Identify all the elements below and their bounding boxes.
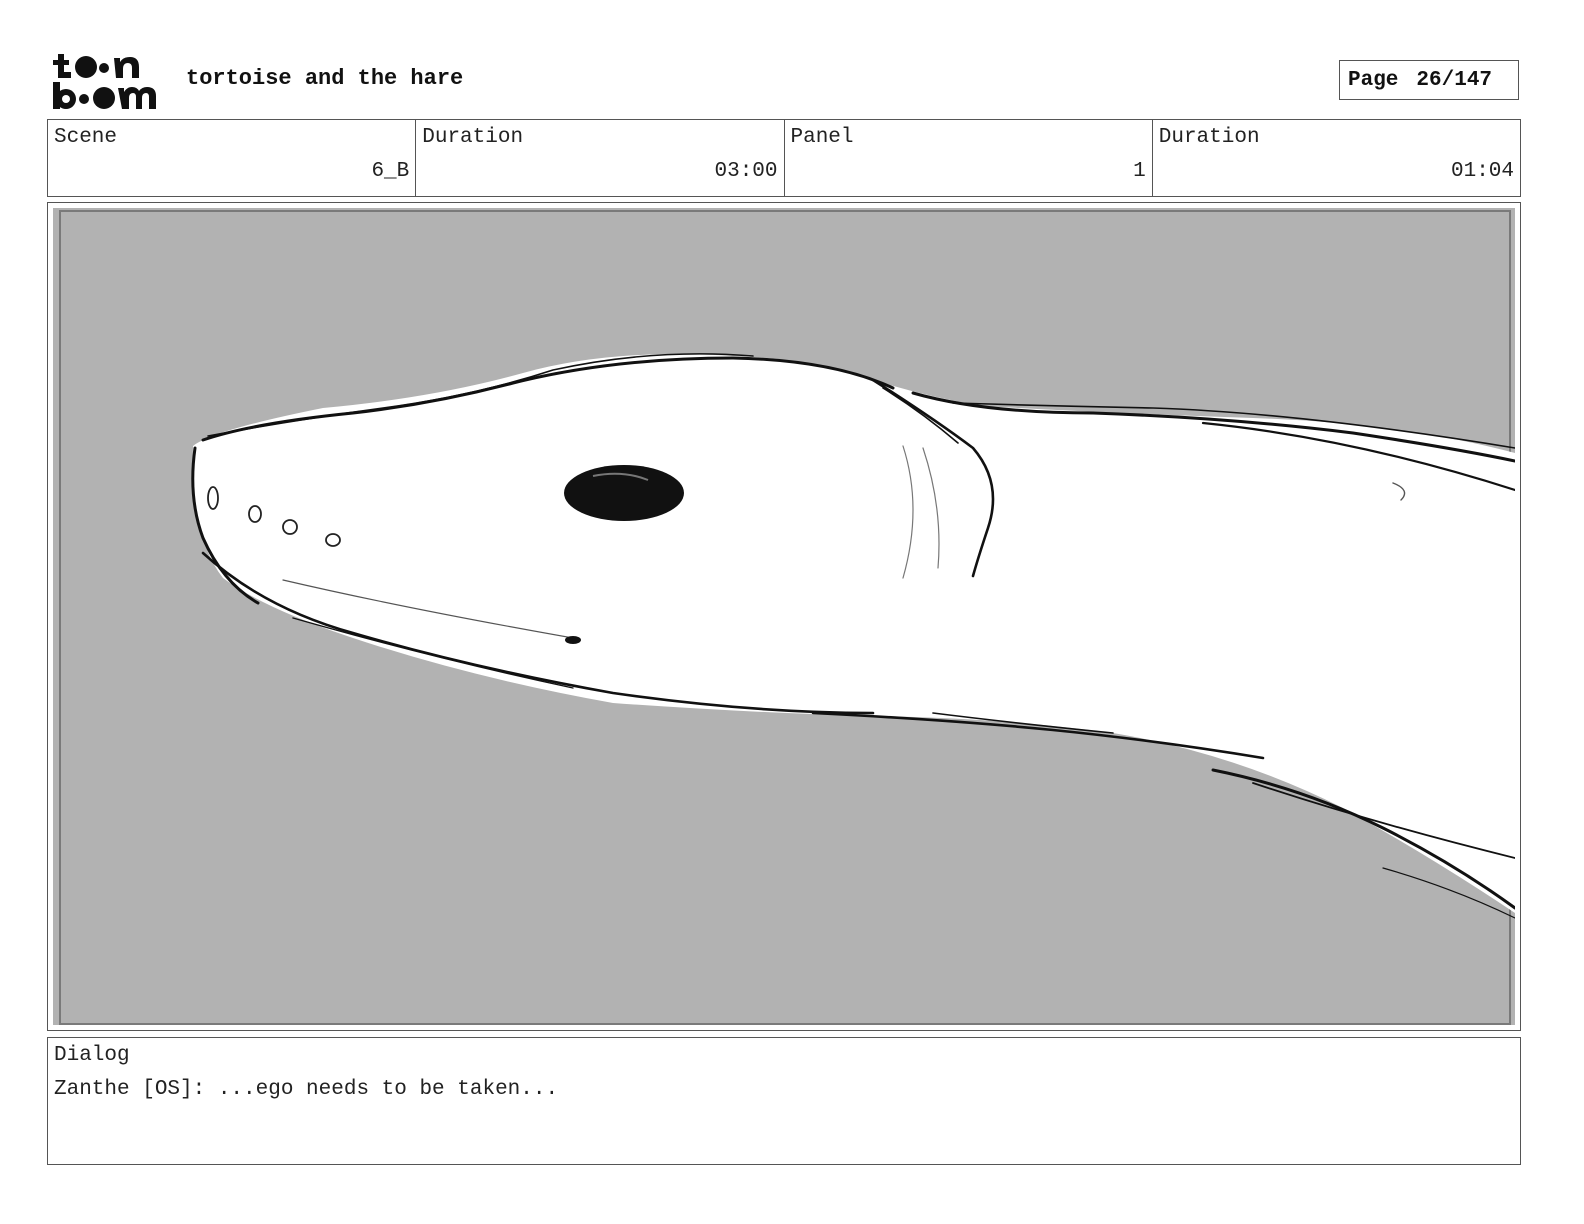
scene-duration-cell: Duration 03:00: [416, 120, 785, 196]
scene-duration-value: 03:00: [714, 160, 778, 183]
page-indicator: Page 26/147: [1339, 60, 1519, 100]
scene-label: Scene: [54, 126, 118, 149]
scene-duration-label: Duration: [422, 126, 524, 149]
page-number: 26/147: [1416, 68, 1493, 92]
panel-duration-label: Duration: [1158, 126, 1260, 149]
project-title: tortoise and the hare: [186, 66, 464, 91]
panel-cell: Panel 1: [785, 120, 1153, 196]
scene-cell: Scene 6_B: [48, 120, 417, 196]
dialog-box: Dialog Zanthe [OS]: ...ego needs to be t…: [47, 1037, 1521, 1165]
toon-boom-logo: [50, 50, 165, 112]
scene-value: 6_B: [371, 160, 410, 183]
creature-body: [192, 354, 1515, 913]
panel-duration-cell: Duration 01:04: [1153, 120, 1520, 196]
panel-info-row: Scene 6_B Duration 03:00 Panel 1 Duratio…: [47, 119, 1521, 197]
page-label: Page: [1348, 68, 1399, 92]
panel-value: 1: [1133, 160, 1146, 183]
panel-duration-value: 01:04: [1450, 160, 1514, 183]
dialog-text: Zanthe [OS]: ...ego needs to be taken...: [54, 1078, 559, 1101]
storyboard-panel-frame: [47, 202, 1521, 1031]
dialog-label: Dialog: [54, 1044, 130, 1067]
panel-label: Panel: [790, 126, 854, 149]
storyboard-sketch: [53, 208, 1515, 1025]
